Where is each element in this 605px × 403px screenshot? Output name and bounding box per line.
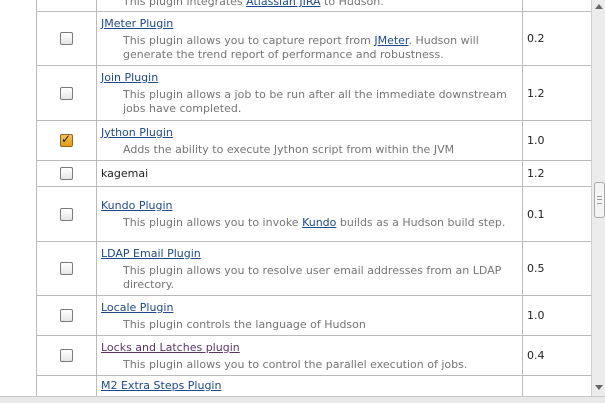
install-checkbox-jython[interactable]	[60, 132, 73, 148]
install-checkbox-join[interactable]	[60, 86, 73, 100]
plugin-name-link[interactable]: Locks and Latches plugin	[101, 340, 518, 355]
scroll-up-arrow-icon[interactable]	[595, 4, 603, 9]
table-row: This plugin integrates Atlassian JIRA to…	[36, 0, 591, 12]
plugin-version: 1.2	[522, 160, 591, 187]
install-checkbox-ldap-email[interactable]	[60, 262, 73, 276]
plugin-description: Adds the ability to execute Jython scrip…	[123, 142, 455, 156]
install-checkbox-kagemai[interactable]	[60, 167, 73, 181]
plugin-version: 1.0	[522, 120, 591, 161]
table-row: Kundo Plugin This plugin allows you to i…	[36, 186, 591, 242]
jmeter-link[interactable]: JMeter	[374, 34, 408, 47]
install-checkbox-locks-latches[interactable]	[60, 349, 73, 363]
plugin-description: This plugin allows you to resolve user e…	[123, 263, 502, 291]
table-row: M2 Extra Steps Plugin	[36, 375, 591, 396]
table-row: Join Plugin This plugin allows a job to …	[36, 65, 591, 121]
plugin-version: 0.2	[522, 11, 591, 66]
plugin-name: kagemai	[101, 167, 149, 180]
plugin-name-link[interactable]: Locale Plugin	[101, 300, 518, 315]
plugin-description: This plugin allows you to invoke Kundo b…	[123, 216, 506, 229]
atlassian-jira-link[interactable]: Atlassian JIRA	[246, 0, 320, 8]
plugin-version: 0.5	[522, 241, 591, 296]
install-checkbox-locale[interactable]	[60, 309, 73, 323]
plugin-list-viewport: This plugin integrates Atlassian JIRA to…	[0, 0, 591, 396]
table-row: LDAP Email Plugin This plugin allows you…	[36, 241, 591, 296]
table-row: kagemai 1.2	[36, 160, 591, 187]
available-plugins-table: This plugin integrates Atlassian JIRA to…	[36, 0, 591, 396]
plugin-description: This plugin allows a job to be run after…	[123, 88, 507, 115]
install-checkbox-kundo[interactable]	[60, 207, 73, 221]
plugin-name-link[interactable]: Jython Plugin	[101, 125, 518, 140]
table-row: Locale Plugin This plugin controls the l…	[36, 295, 591, 336]
install-checkbox-jmeter[interactable]	[60, 32, 73, 46]
table-row: Locks and Latches plugin This plugin all…	[36, 335, 591, 376]
plugin-description: This plugin allows you to control the pa…	[123, 357, 468, 371]
plugin-name-link[interactable]: Kundo Plugin	[101, 198, 518, 213]
scrollbar-thumb[interactable]	[594, 182, 605, 218]
plugin-description: This plugin integrates Atlassian JIRA to…	[101, 0, 518, 9]
table-row: Jython Plugin Adds the ability to execut…	[36, 120, 591, 161]
scroll-down-arrow-icon[interactable]	[595, 385, 603, 390]
plugin-version: 0.4	[522, 335, 591, 376]
plugin-name-link[interactable]: Join Plugin	[101, 70, 518, 85]
table-row: JMeter Plugin This plugin allows you to …	[36, 11, 591, 66]
plugin-name-link[interactable]: JMeter Plugin	[101, 16, 518, 31]
plugin-version: 1.0	[522, 295, 591, 336]
plugin-version: 1.2	[522, 65, 591, 121]
plugin-name-link[interactable]: M2 Extra Steps Plugin	[101, 378, 518, 393]
plugin-name-link[interactable]: LDAP Email Plugin	[101, 246, 518, 261]
vertical-scrollbar[interactable]	[591, 0, 605, 396]
kundo-link[interactable]: Kundo	[302, 216, 336, 229]
plugin-description: This plugin allows you to capture report…	[123, 33, 479, 61]
plugin-version: 0.1	[522, 186, 591, 242]
plugin-description: This plugin controls the language of Hud…	[123, 317, 366, 331]
